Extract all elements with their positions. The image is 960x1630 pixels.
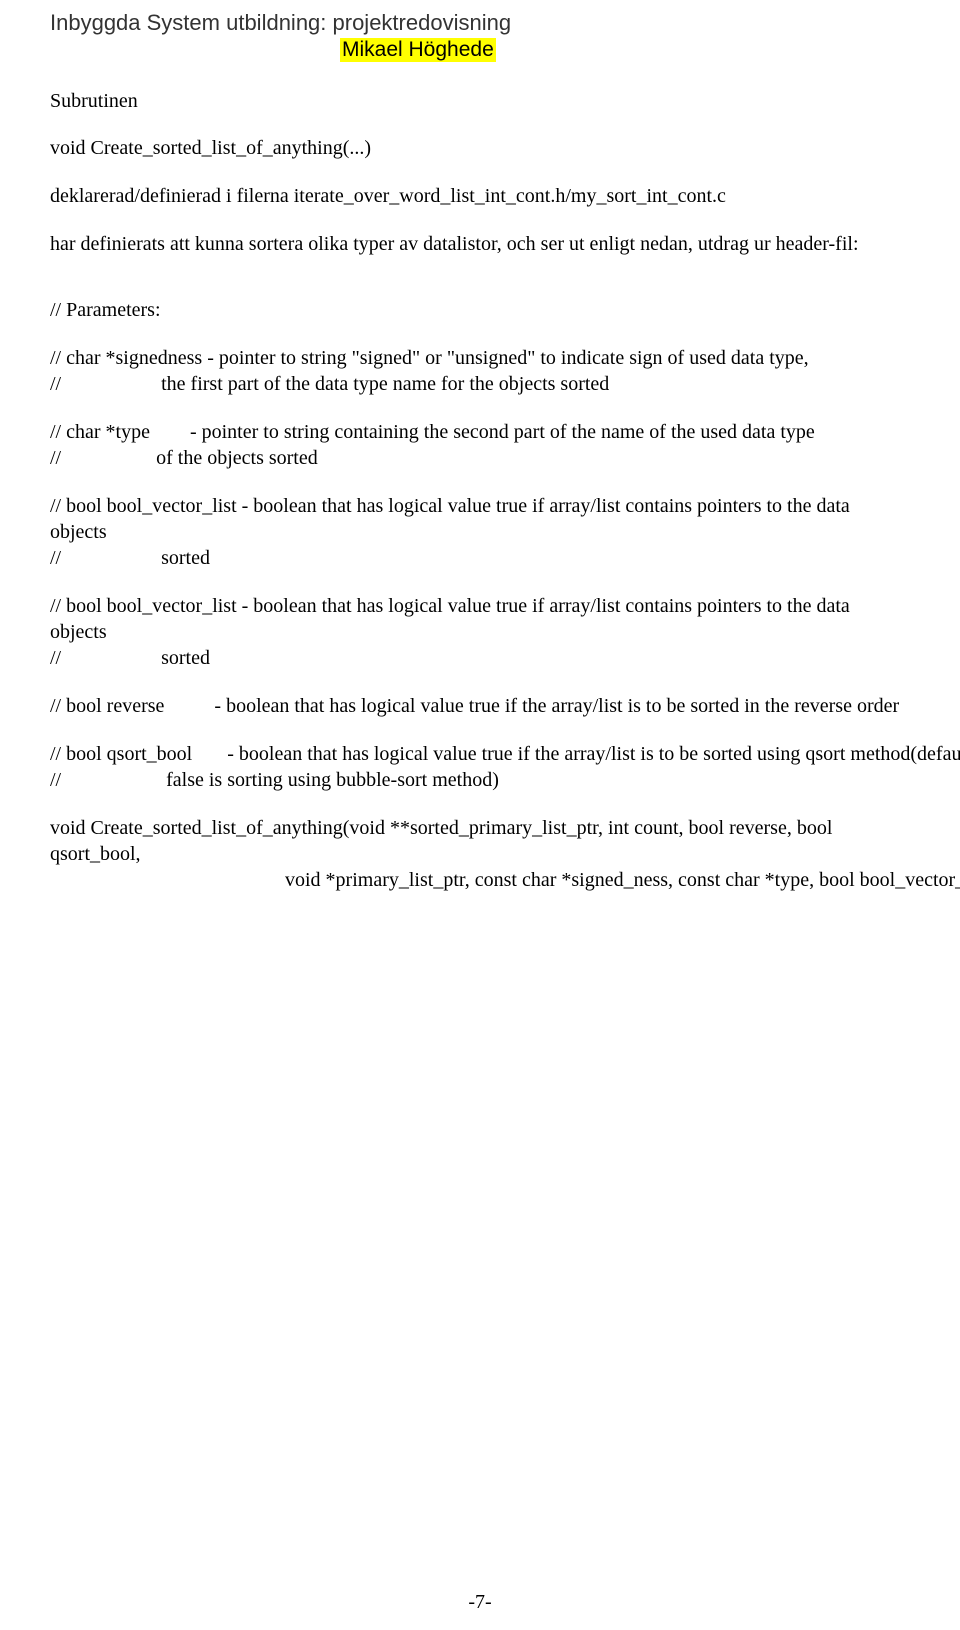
param-signedness-line-1: // char *signedness - pointer to string … — [50, 345, 910, 371]
param-qsort-line-2: // false is sorting using bubble-sort me… — [50, 767, 910, 793]
param-signedness-line-2: // the first part of the data type name … — [50, 371, 910, 397]
page-header-title: Inbyggda System utbildning: projektredov… — [50, 10, 910, 36]
function-name-line: void Create_sorted_list_of_anything(...) — [50, 135, 910, 161]
purpose-paragraph: har definierats att kunna sortera olika … — [50, 231, 910, 257]
param-bool-vector-1b: // sorted — [50, 545, 910, 571]
param-reverse-line: // bool reverse - boolean that has logic… — [50, 693, 910, 719]
author-line: Mikael Höghede — [50, 38, 910, 62]
subroutine-heading: Subrutinen — [50, 90, 910, 113]
parameters-header: // Parameters: — [50, 297, 910, 323]
author-highlight: Mikael Höghede — [340, 38, 496, 62]
param-qsort-line-1: // bool qsort_bool - boolean that has lo… — [50, 741, 910, 767]
signature-line-1: void Create_sorted_list_of_anything(void… — [50, 815, 910, 867]
param-bool-vector-1a: // bool bool_vector_list - boolean that … — [50, 493, 910, 545]
signature-line-2: void *primary_list_ptr, const char *sign… — [50, 867, 910, 893]
param-bool-vector-2a: // bool bool_vector_list - boolean that … — [50, 593, 910, 645]
page-number: -7- — [468, 1591, 491, 1614]
param-bool-vector-2b: // sorted — [50, 645, 910, 671]
declared-in-line: deklarerad/definierad i filerna iterate_… — [50, 183, 910, 209]
param-type-line-2: // of the objects sorted — [50, 445, 910, 471]
param-type-line-1: // char *type - pointer to string contai… — [50, 419, 910, 445]
